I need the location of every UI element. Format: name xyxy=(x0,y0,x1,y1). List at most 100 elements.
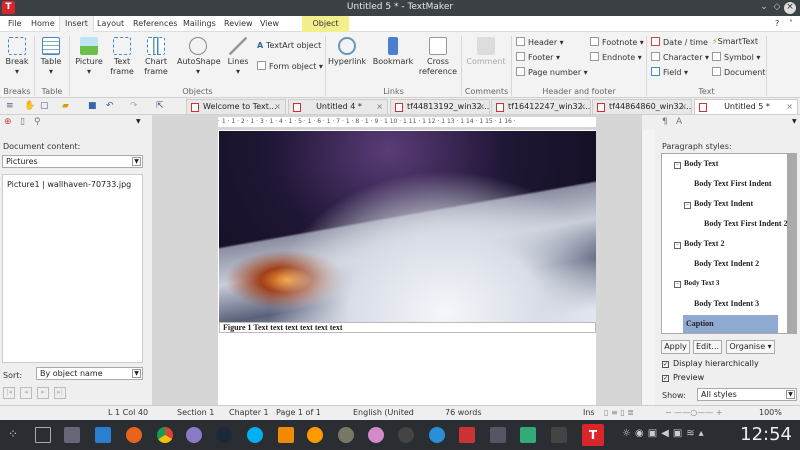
lines-button[interactable]: Lines ▾ xyxy=(226,37,250,77)
last-icon[interactable]: ▸| xyxy=(54,387,66,399)
hand-icon[interactable]: ✋ xyxy=(24,101,35,111)
footer-button[interactable]: Footer ▾ xyxy=(516,52,560,62)
vlc-icon[interactable] xyxy=(278,427,294,443)
app-icon[interactable] xyxy=(368,427,384,443)
footnote-button[interactable]: Footnote ▾ xyxy=(590,37,644,47)
orange-app-icon[interactable] xyxy=(307,427,323,443)
style-item[interactable]: − Body Text 3 xyxy=(674,279,719,288)
style-item[interactable]: − Body Text 2 xyxy=(674,239,724,249)
view-mode-icons[interactable]: ▯ ≡ ▯ ≣ xyxy=(604,408,634,417)
close-tab-icon[interactable]: × xyxy=(478,100,485,114)
styles-scrollbar[interactable] xyxy=(787,154,796,333)
style-item[interactable]: − Body Text Indent xyxy=(684,199,753,209)
first-icon[interactable]: |◂ xyxy=(3,387,15,399)
picture-button[interactable]: Picture ▾ xyxy=(73,37,105,77)
display-hierarchically-checkbox[interactable]: ✓ Display hierarchically xyxy=(662,359,759,368)
autoshape-button[interactable]: AutoShape ▾ xyxy=(177,37,221,77)
tab-layout[interactable]: Layout xyxy=(92,16,129,32)
page-number-button[interactable]: Page number ▾ xyxy=(516,67,588,77)
app-icon[interactable] xyxy=(459,427,475,443)
app-icon[interactable] xyxy=(398,427,414,443)
form-object-button[interactable]: Form object ▾ xyxy=(257,61,323,71)
sort-select[interactable]: By object name ▼ xyxy=(36,367,143,380)
chart-frame-button[interactable]: Chart frame xyxy=(140,37,172,77)
minimize-button[interactable]: ⌄ xyxy=(758,2,770,14)
navigator-icon[interactable]: ⊕ xyxy=(4,117,12,127)
text-frame-button[interactable]: Text frame xyxy=(107,37,137,77)
style-item[interactable]: Body Text First Indent 2 xyxy=(704,219,788,228)
style-item-selected[interactable]: Caption xyxy=(683,315,778,333)
smarttext-button[interactable]: ⚡SmartText xyxy=(712,37,758,46)
edit-button[interactable]: Edit... xyxy=(693,340,722,354)
dolphin-icon[interactable] xyxy=(95,427,111,443)
preview-checkbox[interactable]: ✓ Preview xyxy=(662,373,704,382)
language-indicator[interactable]: English (United xyxy=(353,408,414,417)
settings-icon[interactable] xyxy=(490,427,506,443)
bookmark-panel-icon[interactable]: ▯ xyxy=(20,117,25,127)
hyperlink-button[interactable]: Hyperlink xyxy=(328,37,366,67)
tab-object[interactable]: Object xyxy=(302,16,349,32)
file-manager-icon[interactable] xyxy=(64,427,80,443)
chrome-icon[interactable] xyxy=(157,427,173,443)
system-monitor-icon[interactable] xyxy=(520,427,536,443)
firefox-icon[interactable] xyxy=(126,427,142,443)
clock[interactable]: 12:54 xyxy=(740,424,792,445)
organise-button[interactable]: Organise ▾ xyxy=(726,340,775,354)
undo-icon[interactable]: ↶ xyxy=(106,101,116,111)
app-icon[interactable] xyxy=(429,427,445,443)
date-time-button[interactable]: Date / time xyxy=(651,37,708,47)
skype-icon[interactable] xyxy=(247,427,263,443)
close-button[interactable]: × xyxy=(784,2,796,14)
figure-caption[interactable]: Figure 1 Text text text text text text xyxy=(219,322,596,333)
style-item[interactable]: − Body Text xyxy=(674,159,718,169)
break-button[interactable]: Break ▾ xyxy=(3,37,31,77)
next-icon[interactable]: ▸ xyxy=(37,387,49,399)
tab-view[interactable]: View xyxy=(255,16,284,32)
tab-file[interactable]: File xyxy=(3,16,26,32)
app-icon[interactable] xyxy=(186,427,202,443)
insert-mode[interactable]: Ins xyxy=(583,408,595,417)
steam-icon[interactable] xyxy=(216,427,232,443)
collapse-ribbon-icon[interactable]: ˄ xyxy=(784,16,798,32)
style-item[interactable]: Body Text First Indent xyxy=(694,179,772,188)
system-tray-icons[interactable]: ☼◉▣◀▣≋▴ xyxy=(622,428,708,439)
tab-mailings[interactable]: Mailings xyxy=(178,16,221,32)
textmaker-taskbar-icon[interactable]: T xyxy=(582,424,604,446)
previous-icon[interactable]: ◂ xyxy=(20,387,32,399)
style-item[interactable]: Body Text Indent 2 xyxy=(694,259,759,268)
maximize-button[interactable]: ◇ xyxy=(771,2,783,14)
pointer-icon[interactable]: ⇱ xyxy=(156,101,166,111)
close-tab-icon[interactable]: × xyxy=(274,100,281,114)
close-tab-icon[interactable]: × xyxy=(579,100,586,114)
character-button[interactable]: Character ▾ xyxy=(651,52,709,62)
paragraph-styles-icon[interactable]: ¶ xyxy=(662,117,668,127)
style-item[interactable]: Body Text Indent 3 xyxy=(694,299,759,308)
tab-references[interactable]: References xyxy=(128,16,182,32)
help-button[interactable]: ? xyxy=(770,16,784,32)
header-button[interactable]: Header ▾ xyxy=(516,37,564,47)
panel-menu-icon[interactable]: ▼ xyxy=(792,118,797,125)
desktop-icon[interactable] xyxy=(35,427,51,443)
bookmark-button[interactable]: Bookmark xyxy=(372,37,414,67)
doc-tab[interactable]: tf44864860_win32... × xyxy=(592,99,692,114)
zoom-slider[interactable]: − ——○—— + xyxy=(665,408,722,417)
content-filter-select[interactable]: Pictures ▼ xyxy=(2,155,143,168)
show-select[interactable]: All styles ▼ xyxy=(697,388,797,401)
table-button[interactable]: Table ▾ xyxy=(37,37,65,77)
terminal-icon[interactable] xyxy=(551,427,567,443)
redo-icon[interactable]: ↷ xyxy=(130,101,140,111)
apply-button[interactable]: Apply xyxy=(661,340,690,354)
menu-icon[interactable]: ≡ xyxy=(6,101,16,111)
document-button[interactable]: Document xyxy=(712,67,765,77)
list-item[interactable]: Picture1 | wallhaven-70733.jpg xyxy=(3,175,142,194)
doc-tab-active[interactable]: Untitled 5 * × xyxy=(694,99,798,114)
field-button[interactable]: Field ▾ xyxy=(651,67,688,77)
close-tab-icon[interactable]: × xyxy=(680,100,687,114)
doc-tab[interactable]: tf44813192_win32... × xyxy=(390,99,490,114)
doc-tab[interactable]: tf16412247_win32... × xyxy=(491,99,591,114)
doc-tab[interactable]: Untitled 4 * × xyxy=(288,99,388,114)
search-icon[interactable]: ⚲ xyxy=(34,117,41,127)
vertical-scrollbar[interactable] xyxy=(641,130,655,405)
tab-home[interactable]: Home xyxy=(26,16,60,32)
open-folder-icon[interactable]: ▰ xyxy=(62,101,72,111)
